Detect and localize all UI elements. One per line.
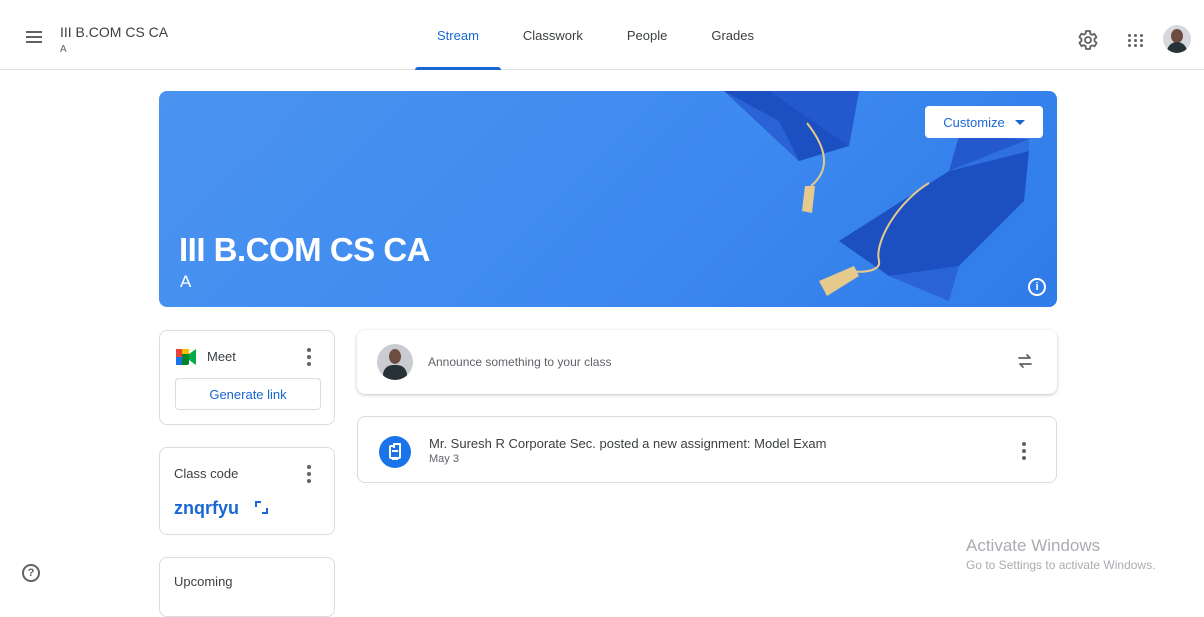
expand-code-icon[interactable]: [255, 501, 268, 514]
profile-avatar[interactable]: [1163, 25, 1191, 53]
post-more-icon[interactable]: [1014, 441, 1034, 461]
banner-class-section: A: [180, 272, 192, 291]
tab-grades[interactable]: Grades: [689, 0, 776, 70]
post-date: May 3: [429, 453, 459, 465]
watermark-title: Activate Windows: [966, 536, 1101, 555]
tab-stream[interactable]: Stream: [415, 0, 501, 70]
upcoming-card: Upcoming: [159, 557, 335, 617]
banner-class-title: III B.COM CS CA: [179, 231, 431, 268]
tab-classwork[interactable]: Classwork: [501, 0, 605, 70]
dropdown-arrow-icon: [1014, 119, 1025, 125]
top-app-bar: III B.COM CS CA A Stream Classwork Peopl…: [0, 0, 1204, 70]
help-icon[interactable]: ?: [22, 564, 40, 582]
upcoming-label: Upcoming: [174, 574, 233, 589]
info-icon[interactable]: i: [1028, 278, 1046, 296]
class-code-label: Class code: [174, 466, 239, 481]
graduation-caps-illustration: [724, 91, 1029, 301]
tab-people[interactable]: People: [605, 0, 689, 70]
class-code-more-icon[interactable]: [299, 464, 319, 484]
announce-placeholder[interactable]: Announce something to your class: [428, 355, 611, 369]
class-section: A: [60, 44, 67, 55]
announcer-avatar: [377, 344, 413, 380]
class-title[interactable]: III B.COM CS CA: [60, 24, 168, 40]
repost-icon[interactable]: [1015, 351, 1035, 371]
class-banner: Customize III B.COM CS CA A i: [159, 91, 1057, 307]
post-title[interactable]: Mr. Suresh R Corporate Sec. posted a new…: [429, 436, 826, 451]
stream-post[interactable]: Mr. Suresh R Corporate Sec. posted a new…: [357, 416, 1057, 483]
meet-label: Meet: [207, 349, 236, 364]
class-code-value: znqrfyu: [174, 498, 239, 518]
tab-bar: Stream Classwork People Grades: [415, 0, 776, 70]
meet-more-icon[interactable]: [299, 347, 319, 367]
customize-label: Customize: [943, 114, 1005, 130]
customize-button[interactable]: Customize: [925, 106, 1043, 138]
apps-grid-icon[interactable]: [1122, 28, 1146, 52]
watermark-subtitle: Go to Settings to activate Windows.: [966, 558, 1156, 572]
assignment-icon: [379, 436, 411, 468]
generate-link-button[interactable]: Generate link: [175, 378, 321, 410]
gear-icon[interactable]: [1075, 28, 1099, 52]
menu-icon[interactable]: [22, 28, 46, 52]
meet-icon: [176, 349, 196, 365]
announce-box[interactable]: Announce something to your class: [357, 330, 1057, 394]
meet-card: Meet Generate link: [159, 330, 335, 425]
class-code-card: Class code znqrfyu: [159, 447, 335, 535]
